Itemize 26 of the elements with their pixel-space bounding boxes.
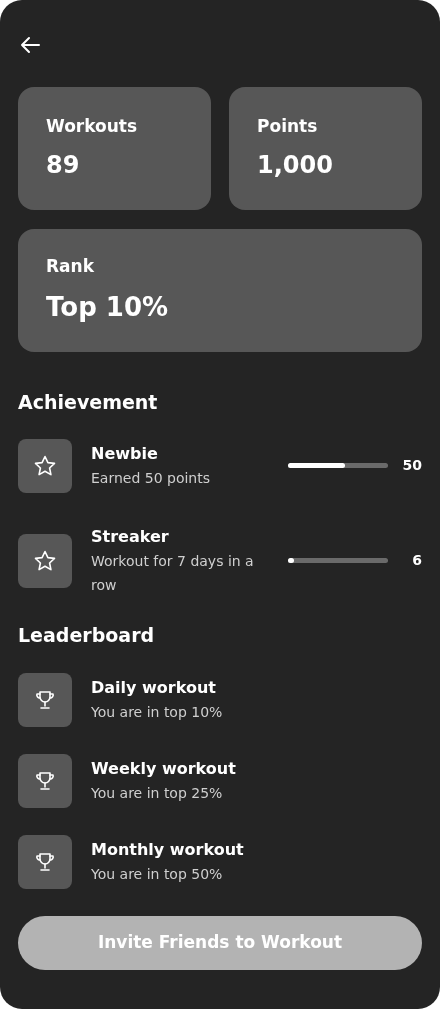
- stat-value: 1,000: [257, 150, 334, 182]
- section-heading: Leaderboard: [18, 622, 156, 648]
- trophy-icon: [33, 688, 57, 712]
- invite-button[interactable]: Invite Friends to Workout: [18, 916, 422, 970]
- progress-reading: 50: [401, 456, 422, 475]
- stat-label: Workouts: [46, 114, 139, 138]
- section-heading: Achievement: [18, 390, 159, 415]
- achievement-name: Newbie: [91, 442, 159, 465]
- progress-reading: 6: [411, 551, 422, 570]
- leaderboard-description: You are in top 25%: [91, 784, 224, 803]
- leaderboard-description: You are in top 10%: [91, 703, 223, 722]
- achievement-description: Workout for 7 days in a row: [91, 551, 255, 595]
- leaderboard-name: Daily workout: [91, 677, 217, 699]
- stat-label: Rank: [46, 255, 95, 279]
- trophy-icon: [33, 769, 57, 793]
- achievement-description: Earned 50 points: [91, 468, 212, 488]
- stat-label: Points: [257, 114, 319, 138]
- leaderboard-name: Weekly workout: [91, 758, 236, 780]
- leaderboard-name: Monthly workout: [91, 839, 244, 861]
- stat-value: 89: [46, 150, 81, 182]
- star-icon: [33, 548, 57, 573]
- stat-value: Top 10%: [46, 290, 170, 324]
- trophy-icon: [33, 850, 57, 874]
- star-icon: [33, 453, 57, 478]
- achievement-name: Streaker: [91, 525, 170, 548]
- leaderboard-description: You are in top 50%: [91, 865, 224, 884]
